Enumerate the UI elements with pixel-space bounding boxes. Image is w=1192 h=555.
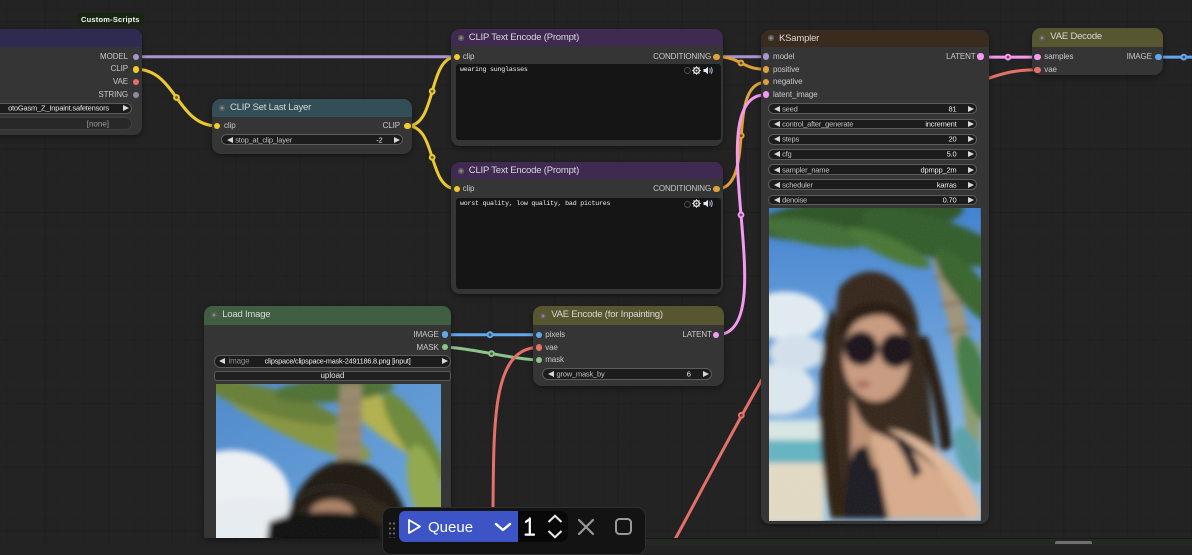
- svg-text:Queue: Queue: [428, 519, 473, 536]
